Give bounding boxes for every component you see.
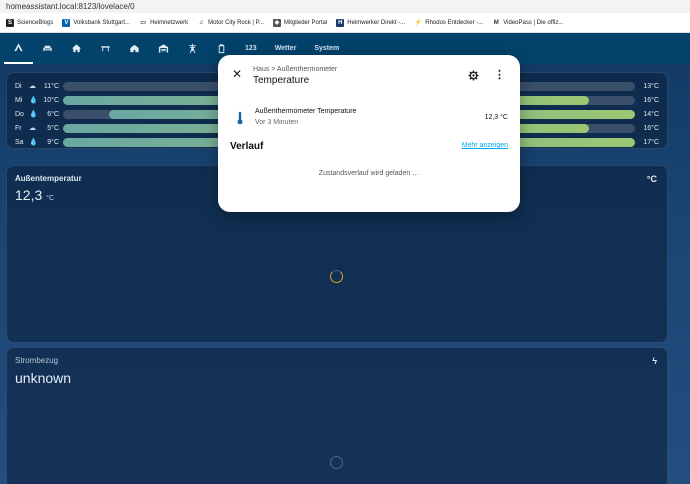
bookmark-item[interactable]: ⚡ Rhodos Entdecker -... — [414, 18, 484, 27]
more-info-dialog: ✕ Haus > Außenthermometer Temperature ⋮ … — [218, 55, 520, 212]
house-icon — [130, 44, 139, 53]
power-consumption-card[interactable]: Strombezug unknown ϟ — [6, 347, 668, 484]
forecast-day: Di — [15, 82, 22, 90]
bookmark-label: Heimnetzwerk — [150, 19, 189, 26]
forecast-day: Mi — [15, 96, 23, 104]
bookmark-item[interactable]: H Heimwerker Direkt -... — [336, 18, 406, 27]
loading-spinner — [330, 270, 343, 283]
tab-home[interactable] — [62, 33, 91, 64]
bookmark-label: Mitglieder Portal — [283, 19, 328, 26]
tab-garage[interactable] — [149, 33, 178, 64]
bookmark-label: Volksbank Stuttgart... — [73, 19, 131, 26]
forecast-high: 16°C — [643, 124, 659, 132]
bookmarks-bar: S ScienceBlogs V Volksbank Stuttgart... ▭ Hei… — [0, 13, 690, 33]
home-assistant-icon — [14, 43, 23, 52]
thermometer-icon — [237, 111, 243, 125]
forecast-day: Fr — [15, 124, 22, 132]
address-bar[interactable]: homeassistant.local:8123/lovelace/0 — [0, 0, 690, 13]
bookmark-item[interactable]: ◆ Mitglieder Portal — [272, 18, 328, 27]
volksbank-icon: V — [62, 18, 71, 27]
sofa-icon — [43, 45, 52, 52]
bookmark-item[interactable]: M VideoPass | Die offiz... — [492, 18, 564, 27]
forecast-day: Sa — [15, 138, 24, 146]
power-value: unknown — [15, 370, 72, 386]
rain-icon: 💧 — [29, 97, 38, 104]
bookmark-label: Motor City Rock | P... — [208, 19, 264, 26]
transmission-tower-icon — [189, 43, 196, 54]
forecast-high: 17°C — [643, 138, 659, 146]
gear-icon[interactable] — [468, 70, 479, 81]
lightning-icon: ϟ — [652, 356, 657, 366]
forecast-low: 10°C — [43, 96, 59, 104]
rhodos-icon: ⚡ — [414, 18, 423, 27]
forecast-low: 5°C — [47, 124, 59, 132]
tab-system-label: System — [314, 45, 340, 52]
forecast-high: 13°C — [643, 82, 659, 90]
battery-icon — [218, 44, 225, 54]
entity-last-changed: Vor 3 Minuten — [255, 119, 299, 126]
heimwerker-icon: H — [336, 18, 345, 27]
tab-house[interactable] — [120, 33, 149, 64]
temperature-number: 12,3 — [15, 187, 43, 203]
tab-sofa[interactable] — [33, 33, 62, 64]
tab-transmission-tower[interactable] — [178, 33, 207, 64]
show-more-link[interactable]: Mehr anzeigen — [462, 142, 508, 149]
cloud-icon: ☁ — [29, 83, 36, 90]
table-icon — [101, 46, 110, 52]
history-loading-text: Zustandsverlauf wird geladen … — [318, 170, 420, 177]
forecast-low: 11°C — [43, 82, 59, 90]
bookmark-item[interactable]: ▭ Heimnetzwerk — [139, 18, 189, 27]
tab-table[interactable] — [91, 33, 120, 64]
more-options-icon[interactable]: ⋮ — [494, 68, 505, 82]
shield-icon: ◆ — [272, 18, 281, 27]
folder-icon: ▭ — [139, 18, 148, 27]
history-title: Verlauf — [230, 141, 264, 152]
forecast-day: Do — [15, 110, 24, 118]
rain-icon: 💧 — [29, 139, 38, 146]
forecast-low: 9°C — [47, 138, 59, 146]
bookmark-label: ScienceBlogs — [17, 19, 54, 26]
videopass-icon: M — [492, 18, 501, 27]
forecast-high: 16°C — [643, 96, 659, 104]
loading-spinner — [330, 456, 343, 469]
temperature-unit-icon: °C — [646, 174, 657, 184]
tab-wetter-label: Wetter — [274, 45, 297, 52]
forecast-low: 6°C — [47, 110, 59, 118]
entity-name: Außenthermometer Temperature — [255, 108, 357, 115]
breadcrumb[interactable]: Haus > Außenthermometer — [253, 66, 337, 73]
bookmark-label: Heimwerker Direkt -... — [347, 19, 406, 26]
scienceblogs-icon: S — [6, 18, 14, 27]
home-icon — [71, 44, 82, 53]
bookmark-label: VideoPass | Die offiz... — [503, 19, 564, 26]
bookmark-label: Rhodos Entdecker -... — [425, 19, 484, 26]
rain-icon: 💧 — [29, 111, 38, 118]
bookmark-item[interactable]: V Volksbank Stuttgart... — [62, 18, 131, 27]
close-icon[interactable]: ✕ — [230, 67, 244, 81]
forecast-high: 14°C — [643, 110, 659, 118]
cloud-icon: ☁ — [29, 125, 36, 132]
music-note-icon: ♫ — [197, 18, 206, 27]
bookmark-item[interactable]: S ScienceBlogs — [6, 18, 54, 27]
garage-icon — [158, 44, 169, 53]
bookmark-item[interactable]: ♫ Motor City Rock | P... — [197, 18, 264, 27]
tab-home-assistant[interactable] — [4, 33, 33, 64]
entity-state: 12,3 °C — [484, 114, 508, 121]
entity-row[interactable]: Außenthermometer Temperature Vor 3 Minut… — [230, 105, 510, 129]
temperature-unit: °C — [46, 195, 54, 202]
dialog-title: Temperature — [253, 75, 310, 86]
tab-numbers-label: 123 — [245, 45, 257, 52]
card-title: Strombezug — [15, 356, 59, 365]
